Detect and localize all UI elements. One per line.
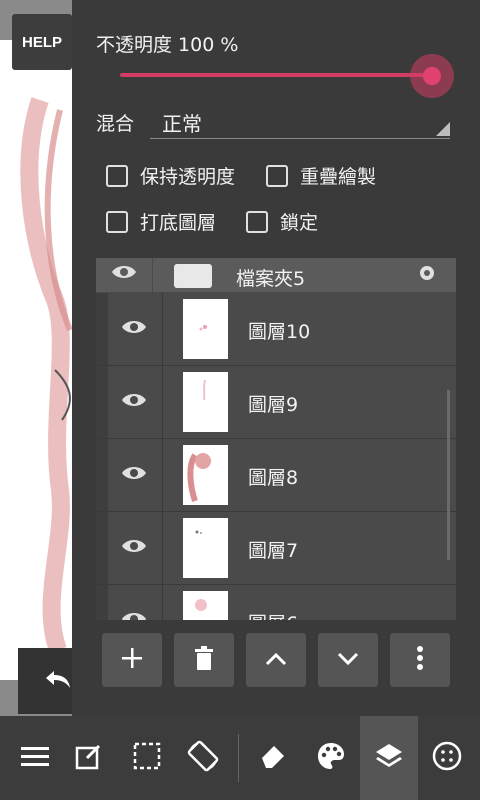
blend-mode-value: 正常 xyxy=(162,112,202,136)
layer-row-8[interactable]: 圖層8 xyxy=(96,439,456,512)
add-layer-button[interactable] xyxy=(102,633,162,687)
eye-icon[interactable] xyxy=(120,317,148,341)
edit-icon xyxy=(75,742,103,774)
layer-thumbnail xyxy=(183,445,228,505)
selection-icon xyxy=(133,742,161,774)
folder-row[interactable]: 檔案夾5 xyxy=(96,258,456,292)
eraser-button[interactable] xyxy=(244,716,302,800)
dropdown-arrow-icon xyxy=(436,122,450,136)
grid-icon xyxy=(432,741,462,775)
row-separator xyxy=(162,512,163,584)
folder-icon xyxy=(174,264,212,288)
indent-strip xyxy=(96,439,108,511)
keep-opacity-checkbox[interactable]: 保持透明度 xyxy=(106,162,235,189)
layer-thumbnail xyxy=(183,372,228,432)
eye-icon[interactable] xyxy=(120,536,148,560)
gear-icon[interactable] xyxy=(416,262,438,288)
indent-strip xyxy=(96,293,108,365)
layer-thumbnail xyxy=(183,591,228,620)
folder-name: 檔案夾5 xyxy=(236,268,306,290)
layer-row-9[interactable]: 圖層9 xyxy=(96,366,456,439)
overlay-draw-label: 重疊繪製 xyxy=(300,166,377,188)
row-separator xyxy=(162,293,163,365)
bottom-toolbar xyxy=(0,716,480,800)
row-separator xyxy=(162,585,163,620)
checkbox-box xyxy=(106,164,128,187)
indent-strip xyxy=(96,512,108,584)
blend-mode-label: 混合 xyxy=(96,113,135,135)
indent-strip xyxy=(96,366,108,438)
blend-mode-select[interactable]: 正常 xyxy=(150,100,450,139)
layers-button[interactable] xyxy=(360,716,418,800)
rotate-screen-icon xyxy=(186,739,220,777)
selection-button[interactable] xyxy=(118,716,176,800)
trash-icon xyxy=(193,645,215,675)
move-layer-down-button[interactable] xyxy=(318,633,378,687)
eraser-icon xyxy=(258,742,288,774)
layer-name: 圖層7 xyxy=(248,540,299,562)
row-separator xyxy=(162,439,163,511)
move-layer-up-button[interactable] xyxy=(246,633,306,687)
layer-name: 圖層10 xyxy=(248,321,311,343)
indent-strip xyxy=(96,585,108,620)
delete-layer-button[interactable] xyxy=(174,633,234,687)
layer-row-6[interactable]: 圖層6 xyxy=(96,585,456,620)
layer-name: 圖層8 xyxy=(248,467,299,489)
layers-icon xyxy=(374,741,404,775)
menu-icon xyxy=(21,745,49,771)
eye-icon[interactable] xyxy=(120,463,148,487)
clipping-label: 打底圖層 xyxy=(140,212,217,234)
row-separator xyxy=(162,366,163,438)
palette-icon xyxy=(316,741,346,775)
edit-button[interactable] xyxy=(60,716,118,800)
palette-button[interactable] xyxy=(302,716,360,800)
layer-properties-panel: 不透明度 100 % 混合 正常 保持透明度 重疊繪製 打底圖層 鎖定 檔案夾5 xyxy=(72,0,480,716)
layer-name: 圖層9 xyxy=(248,394,299,416)
checkbox-box xyxy=(106,210,128,233)
help-button[interactable]: HELP xyxy=(12,14,72,70)
eye-icon[interactable] xyxy=(120,609,148,620)
keep-opacity-label: 保持透明度 xyxy=(140,166,236,188)
layer-list[interactable]: 檔案夾5 圖層10 圖層9 圖層8 圖層7 xyxy=(96,258,456,620)
menu-button[interactable] xyxy=(6,716,64,800)
row-separator xyxy=(152,258,153,292)
opacity-label: 不透明度 100 % xyxy=(96,34,239,56)
checkbox-box xyxy=(246,210,268,233)
more-vert-icon xyxy=(416,645,424,675)
overlay-draw-checkbox[interactable]: 重疊繪製 xyxy=(266,162,376,189)
layer-name: 圖層6 xyxy=(248,609,298,620)
clipping-checkbox[interactable]: 打底圖層 xyxy=(106,208,216,235)
lock-label: 鎖定 xyxy=(280,212,319,234)
layer-thumbnail xyxy=(183,518,228,578)
plus-icon xyxy=(120,646,144,674)
grid-button[interactable] xyxy=(418,716,476,800)
checkbox-box xyxy=(266,164,288,187)
toolbar-divider xyxy=(238,734,239,782)
chevron-down-icon xyxy=(337,651,359,670)
layer-list-scrollbar[interactable] xyxy=(447,390,450,560)
rotate-screen-button[interactable] xyxy=(174,716,232,800)
layer-row-10[interactable]: 圖層10 xyxy=(96,293,456,366)
canvas-paper xyxy=(0,40,76,680)
opacity-slider-thumb[interactable] xyxy=(423,67,441,85)
eye-icon[interactable] xyxy=(110,262,138,286)
eye-icon[interactable] xyxy=(120,390,148,414)
layer-thumbnail xyxy=(183,299,228,359)
lock-checkbox[interactable]: 鎖定 xyxy=(246,208,318,235)
layer-row-7[interactable]: 圖層7 xyxy=(96,512,456,585)
more-options-button[interactable] xyxy=(390,633,450,687)
opacity-slider-track[interactable] xyxy=(120,73,432,77)
chevron-up-icon xyxy=(265,651,287,670)
undo-icon xyxy=(44,667,72,695)
